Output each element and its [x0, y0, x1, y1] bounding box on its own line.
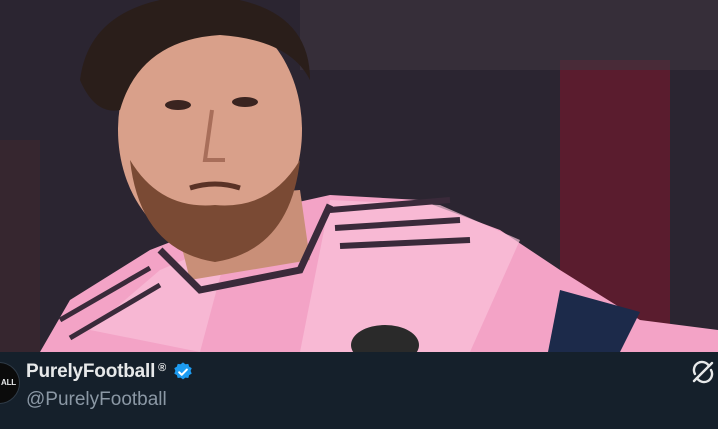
author-name-row[interactable]: PurelyFootball ®	[26, 360, 194, 384]
author-display-name[interactable]: PurelyFootball	[26, 361, 155, 383]
post-author-bar: ALL PurelyFootball ® @PurelyFootball	[0, 352, 718, 429]
player-photo	[0, 0, 718, 352]
verified-badge-icon	[174, 362, 192, 380]
author-avatar[interactable]: ALL	[0, 362, 20, 404]
registered-mark: ®	[158, 362, 167, 374]
repost-sync-icon[interactable]	[690, 359, 716, 385]
post-media-photo[interactable]	[0, 0, 718, 352]
avatar-logo-text: ALL	[1, 378, 16, 387]
author-handle[interactable]: @PurelyFootball	[26, 389, 167, 411]
